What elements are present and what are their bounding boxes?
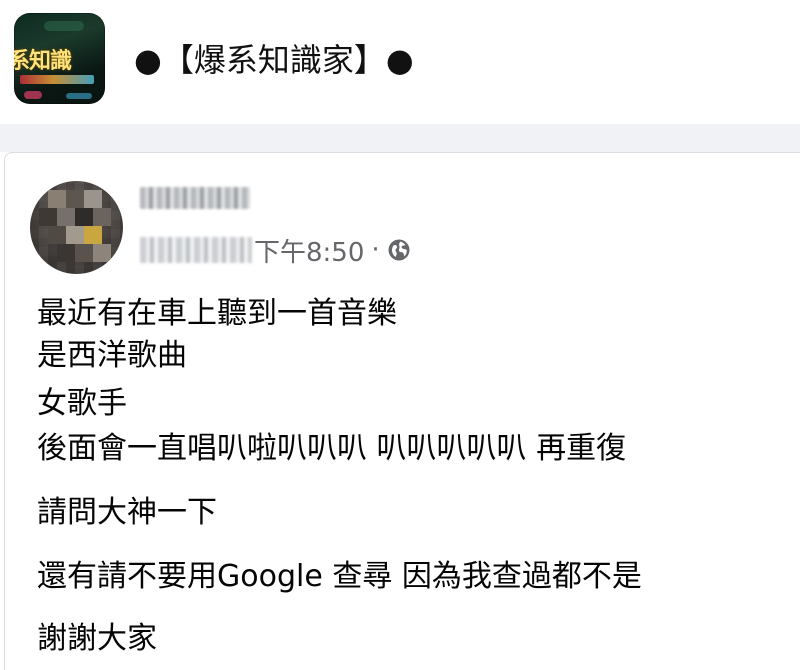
post-time[interactable]: 下午8:50 — [254, 232, 364, 269]
post-date[interactable]: ██████ — [140, 237, 252, 263]
avatar-pixel — [48, 190, 66, 208]
avatar-pixel — [75, 244, 93, 262]
avatar-pixel — [48, 226, 66, 244]
avatar-neon-bar — [20, 75, 94, 84]
avatar-pixel — [84, 190, 102, 208]
avatar-pixel — [57, 244, 75, 262]
avatar-glow — [44, 21, 84, 31]
avatar-neon-spot — [66, 93, 92, 99]
meta-separator: · — [371, 235, 380, 265]
globe-icon[interactable] — [387, 238, 411, 262]
author-avatar[interactable] — [30, 181, 123, 274]
avatar-pixel — [93, 244, 111, 262]
post-text-line: 請問大神一下 — [37, 495, 217, 530]
group-avatar[interactable]: 系知識 — [14, 13, 105, 104]
post-meta: ██████ 下午8:50 · — [140, 232, 411, 269]
avatar-pixel — [57, 208, 75, 226]
avatar-pixel — [66, 226, 84, 244]
group-avatar-logo-text: 系知識 — [14, 49, 72, 74]
author-name[interactable]: ██ ████ — [140, 187, 250, 209]
post-text-line: 還有請不要用Google 查尋 因為我查過都不是 — [37, 559, 642, 594]
post-text-line: 女歌手 — [37, 386, 127, 421]
avatar-pixel — [66, 190, 84, 208]
post-text-line: 後面會一直唱叭啦叭叭叭 叭叭叭叭叭 再重復 — [37, 431, 627, 466]
post-card: ██ ████ ██████ 下午8:50 · 最近有在車上聽到一首音樂 是西洋… — [4, 152, 800, 670]
group-title[interactable]: ●【爆系知識家】● — [134, 38, 414, 82]
avatar-pixel — [75, 208, 93, 226]
avatar-pixel — [84, 226, 102, 244]
feed-divider — [0, 124, 800, 152]
avatar-neon-spot — [24, 91, 42, 99]
post-text-line: 是西洋歌曲 — [37, 338, 187, 373]
group-header: 系知識 ●【爆系知識家】● — [0, 0, 800, 124]
post-text-line: 最近有在車上聽到一首音樂 — [37, 296, 397, 331]
avatar-pixel — [39, 208, 57, 226]
avatar-pixel — [93, 208, 111, 226]
post-text-line: 謝謝大家 — [37, 621, 157, 656]
